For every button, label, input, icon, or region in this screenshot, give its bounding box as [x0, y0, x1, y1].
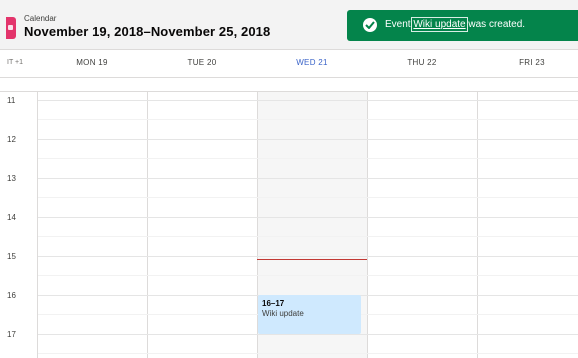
week-grid[interactable]: 11 12 13 14 15 16 17 16–17 Wiki update [0, 92, 578, 358]
half-hour-line [38, 158, 578, 159]
calendar-icon [6, 17, 16, 39]
hour-line [38, 256, 578, 257]
day-header-fri[interactable]: FRI 23 [477, 58, 578, 67]
hour-label-14: 14 [7, 213, 16, 222]
half-hour-line [38, 275, 578, 276]
timezone-label: IT +1 [7, 59, 24, 66]
toast-prefix: Event [385, 19, 411, 30]
event-wiki-update[interactable]: 16–17 Wiki update [258, 295, 361, 334]
hour-line [38, 178, 578, 179]
toast-event-link[interactable]: Wiki update [411, 17, 468, 32]
hour-line [38, 334, 578, 335]
half-hour-line [38, 236, 578, 237]
hour-line [38, 100, 578, 101]
hour-label-11: 11 [7, 96, 16, 105]
event-title: Wiki update [262, 309, 304, 318]
hour-label-17: 17 [7, 330, 16, 339]
toast-suffix: was created. [468, 19, 526, 30]
column-divider [147, 92, 148, 358]
half-hour-line [38, 197, 578, 198]
column-divider [477, 92, 478, 358]
hour-line [38, 139, 578, 140]
hour-label-12: 12 [7, 135, 16, 144]
day-header-thu[interactable]: THU 22 [367, 58, 477, 67]
check-icon [363, 18, 377, 32]
event-time: 16–17 [262, 299, 285, 308]
half-hour-line [38, 353, 578, 354]
current-time-indicator [257, 259, 367, 260]
hour-line [38, 217, 578, 218]
success-toast: Event Wiki update was created. [347, 10, 578, 41]
column-divider [367, 92, 368, 358]
date-range-title: November 19, 2018–November 25, 2018 [24, 24, 271, 39]
hour-label-16: 16 [7, 291, 16, 300]
hour-label-15: 15 [7, 252, 16, 261]
column-divider [37, 92, 38, 358]
half-hour-line [38, 119, 578, 120]
day-header-mon[interactable]: MON 19 [37, 58, 147, 67]
day-header-wed[interactable]: WED 21 [257, 58, 367, 67]
hour-label-13: 13 [7, 174, 16, 183]
day-header-tue[interactable]: TUE 20 [147, 58, 257, 67]
all-day-row[interactable] [0, 78, 578, 92]
header-label: Calendar [24, 14, 57, 23]
toast-message: Event Wiki update was created. [385, 17, 526, 32]
